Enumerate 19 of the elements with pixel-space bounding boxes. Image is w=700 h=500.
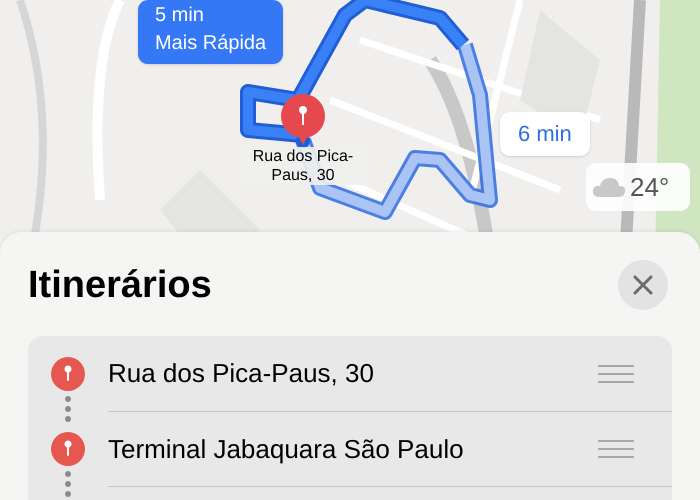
alternative-route-callout[interactable]: 6 min	[500, 112, 590, 156]
stop-name[interactable]: Terminal Jabaquara São Paulo	[108, 430, 464, 468]
location-pin-icon	[51, 432, 85, 466]
route-label: Mais Rápida	[155, 31, 266, 56]
map-pin-icon[interactable]	[280, 93, 326, 149]
travel-time: 5 min	[155, 3, 205, 28]
drag-handle-icon[interactable]	[598, 439, 634, 459]
close-button[interactable]	[618, 260, 668, 310]
cloud-icon	[592, 176, 626, 198]
connector-dots-icon	[64, 470, 72, 498]
location-pin-icon	[51, 356, 85, 390]
stop-name[interactable]: Rua dos Pica-Paus, 30	[108, 354, 374, 393]
sheet-title: Itinerários	[28, 263, 212, 308]
drag-handle-icon[interactable]	[598, 364, 634, 384]
connector-dots-icon	[64, 395, 72, 423]
travel-time: 6 min	[518, 120, 572, 148]
route-callout[interactable]: 5 min Mais Rápida	[138, 0, 284, 64]
close-icon	[633, 275, 653, 295]
temperature: 24°	[630, 170, 670, 204]
